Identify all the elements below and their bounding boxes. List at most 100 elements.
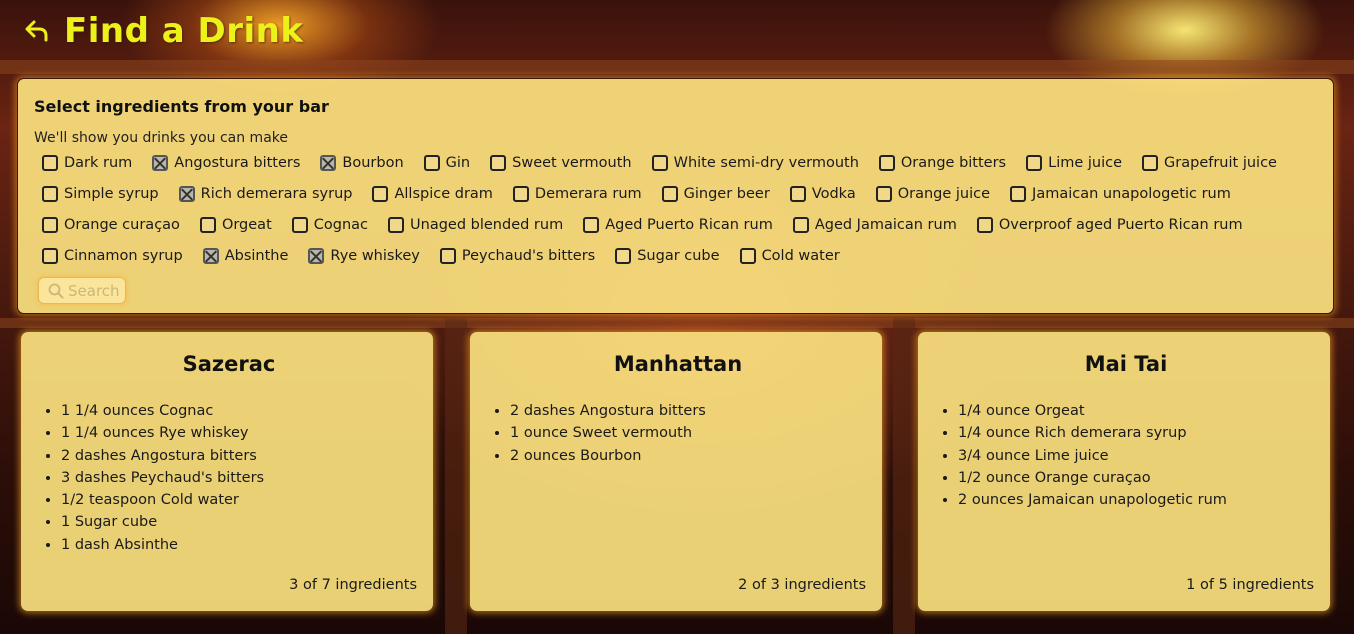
checkbox-empty-icon[interactable] bbox=[42, 155, 58, 171]
ingredient-checkbox[interactable]: Orange curaçao bbox=[34, 214, 180, 236]
ingredient-checkbox[interactable]: Rich demerara syrup bbox=[171, 183, 352, 205]
ingredient-count: 3 of 7 ingredients bbox=[289, 577, 417, 593]
ingredient-label: Aged Jamaican rum bbox=[814, 217, 957, 233]
ingredient-label: Gin bbox=[445, 155, 471, 171]
checkbox-empty-icon[interactable] bbox=[976, 217, 993, 233]
checkbox-empty-icon[interactable] bbox=[615, 248, 632, 264]
checkbox-empty-icon[interactable] bbox=[583, 217, 600, 233]
ingredient-label: Cinnamon syrup bbox=[64, 248, 183, 264]
ingredient-checkbox[interactable]: Orgeat bbox=[192, 214, 272, 236]
drink-ingredient: 2 ounces Bourbon bbox=[510, 445, 866, 467]
checkbox-empty-icon[interactable] bbox=[875, 186, 892, 202]
ingredient-checkbox[interactable]: Sugar cube bbox=[607, 245, 720, 267]
ingredient-checkbox[interactable]: Bourbon bbox=[312, 152, 404, 174]
drink-ingredient: 1 1/4 ounces Rye whiskey bbox=[61, 422, 417, 444]
ingredient-label: Jamaican unapologetic rum bbox=[1032, 186, 1231, 202]
ingredient-checkbox[interactable]: Orange bitters bbox=[871, 152, 1006, 174]
background-beam bbox=[0, 318, 1354, 328]
checkbox-empty-icon[interactable] bbox=[372, 186, 389, 202]
ingredient-checkbox[interactable]: Cognac bbox=[284, 214, 368, 236]
drink-ingredient: 3 dashes Peychaud's bitters bbox=[61, 467, 417, 489]
panel-heading: Select ingredients from your bar bbox=[34, 97, 329, 116]
checkbox-empty-icon[interactable] bbox=[439, 248, 456, 264]
ingredient-label: Simple syrup bbox=[64, 186, 159, 202]
back-arrow-icon[interactable] bbox=[22, 16, 52, 46]
drink-ingredient: 2 ounces Jamaican unapologetic rum bbox=[958, 489, 1314, 511]
checkbox-empty-icon[interactable] bbox=[199, 217, 216, 233]
drink-name: Sazerac bbox=[182, 352, 276, 376]
ingredient-checkbox[interactable]: Absinthe bbox=[195, 245, 289, 267]
drink-ingredient: 1/4 ounce Rich demerara syrup bbox=[958, 422, 1314, 444]
checkbox-empty-icon[interactable] bbox=[1142, 155, 1159, 171]
background-post bbox=[893, 318, 915, 634]
drink-ingredient-list: 1 1/4 ounces Cognac 1 1/4 ounces Rye whi… bbox=[41, 400, 417, 556]
ingredient-checkbox[interactable]: Lime juice bbox=[1018, 152, 1122, 174]
ingredient-label: Allspice dram bbox=[394, 186, 493, 202]
checkbox-empty-icon[interactable] bbox=[42, 217, 58, 233]
checkbox-checked-icon[interactable] bbox=[202, 248, 219, 264]
checkbox-checked-icon[interactable] bbox=[152, 155, 169, 171]
ingredient-checkbox[interactable]: Gin bbox=[416, 152, 470, 174]
ingredient-checkbox[interactable]: White semi-dry vermouth bbox=[644, 152, 859, 174]
drink-ingredient: 1/2 teaspoon Cold water bbox=[61, 489, 417, 511]
ingredient-checkbox[interactable]: Unaged blended rum bbox=[380, 214, 563, 236]
checkbox-empty-icon[interactable] bbox=[42, 248, 58, 264]
checkbox-empty-icon[interactable] bbox=[661, 186, 678, 202]
ingredient-checkbox[interactable]: Sweet vermouth bbox=[482, 152, 632, 174]
ingredient-label: White semi-dry vermouth bbox=[673, 155, 859, 171]
ingredient-label: Absinthe bbox=[224, 248, 289, 264]
drink-ingredient: 1/4 ounce Orgeat bbox=[958, 400, 1314, 422]
checkbox-empty-icon[interactable] bbox=[739, 248, 756, 264]
ingredient-checkbox[interactable]: Aged Jamaican rum bbox=[785, 214, 957, 236]
checkbox-empty-icon[interactable] bbox=[789, 186, 806, 202]
ingredient-panel: Select ingredients from your bar We'll s… bbox=[17, 78, 1334, 314]
ingredient-label: Peychaud's bitters bbox=[461, 248, 596, 264]
ingredient-checkbox[interactable]: Aged Puerto Rican rum bbox=[575, 214, 773, 236]
checkbox-empty-icon[interactable] bbox=[42, 186, 58, 202]
checkbox-empty-icon[interactable] bbox=[792, 217, 809, 233]
drink-card-manhattan: Manhattan 2 dashes Angostura bitters 1 o… bbox=[470, 332, 882, 611]
ingredient-checkbox[interactable]: Simple syrup bbox=[34, 183, 159, 205]
checkbox-empty-icon[interactable] bbox=[1010, 186, 1027, 202]
checkbox-empty-icon[interactable] bbox=[388, 217, 405, 233]
ingredient-label: Lime juice bbox=[1048, 155, 1123, 171]
ingredient-checkbox[interactable]: Rye whiskey bbox=[300, 245, 420, 267]
checkbox-empty-icon[interactable] bbox=[651, 155, 668, 171]
checkbox-empty-icon[interactable] bbox=[291, 217, 308, 233]
ingredient-checkbox[interactable]: Vodka bbox=[782, 183, 856, 205]
drink-ingredient: 1/2 ounce Orange curaçao bbox=[958, 467, 1314, 489]
ingredient-checkbox[interactable]: Cinnamon syrup bbox=[34, 245, 183, 267]
ingredient-checkbox[interactable]: Dark rum bbox=[34, 152, 132, 174]
checkbox-checked-icon[interactable] bbox=[320, 155, 337, 171]
ingredient-label: Angostura bitters bbox=[174, 155, 301, 171]
checkbox-checked-icon[interactable] bbox=[308, 248, 325, 264]
checkbox-checked-icon[interactable] bbox=[178, 186, 195, 202]
drink-name: Mai Tai bbox=[1084, 352, 1168, 376]
ingredient-label: Ginger beer bbox=[683, 186, 770, 202]
panel-subheading: We'll show you drinks you can make bbox=[34, 130, 288, 146]
checkbox-empty-icon[interactable] bbox=[512, 186, 529, 202]
ingredient-count: 2 of 3 ingredients bbox=[738, 577, 866, 593]
drink-card-sazerac: Sazerac 1 1/4 ounces Cognac 1 1/4 ounces… bbox=[21, 332, 433, 611]
ingredient-checkbox[interactable]: Demerara rum bbox=[505, 183, 642, 205]
checkbox-empty-icon[interactable] bbox=[1026, 155, 1043, 171]
ingredient-checkbox[interactable]: Grapefruit juice bbox=[1134, 152, 1277, 174]
checkbox-empty-icon[interactable] bbox=[490, 155, 507, 171]
background-beam bbox=[0, 60, 1354, 74]
ingredient-checkbox[interactable]: Angostura bitters bbox=[144, 152, 300, 174]
ingredient-checkbox[interactable]: Cold water bbox=[732, 245, 840, 267]
search-button-label: Search bbox=[68, 281, 120, 300]
drink-card-mai-tai: Mai Tai 1/4 ounce Orgeat 1/4 ounce Rich … bbox=[918, 332, 1330, 611]
ingredient-label: Orange juice bbox=[897, 186, 991, 202]
drink-ingredient: 3/4 ounce Lime juice bbox=[958, 445, 1314, 467]
ingredient-checkbox[interactable]: Peychaud's bitters bbox=[432, 245, 595, 267]
ingredient-checkbox[interactable]: Allspice dram bbox=[364, 183, 493, 205]
drink-ingredient-list: 1/4 ounce Orgeat 1/4 ounce Rich demerara… bbox=[938, 400, 1314, 511]
search-button[interactable]: Search bbox=[38, 277, 126, 304]
ingredient-checkbox[interactable]: Ginger beer bbox=[654, 183, 770, 205]
checkbox-empty-icon[interactable] bbox=[878, 155, 895, 171]
ingredient-checkbox[interactable]: Overproof aged Puerto Rican rum bbox=[969, 214, 1243, 236]
ingredient-checkbox[interactable]: Orange juice bbox=[868, 183, 990, 205]
checkbox-empty-icon[interactable] bbox=[423, 155, 440, 171]
ingredient-checkbox[interactable]: Jamaican unapologetic rum bbox=[1002, 183, 1231, 205]
